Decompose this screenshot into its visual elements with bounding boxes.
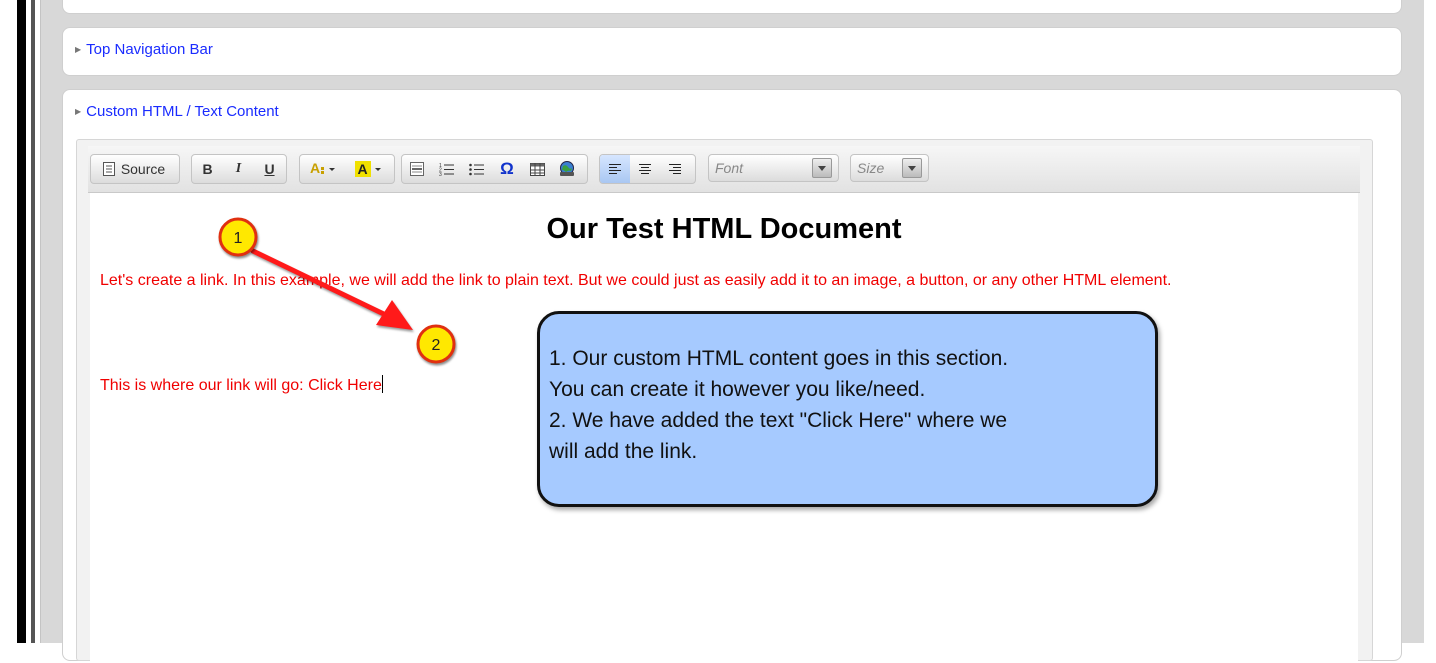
editor-toolbar: Source B I U A A 123 Ω Font Size [88,146,1360,193]
font-select[interactable]: Font [708,154,839,182]
text-color-button[interactable]: A [300,155,346,183]
font-placeholder: Font [715,160,744,176]
triangle-right-icon: ▶ [75,45,82,54]
top-navigation-bar-header[interactable]: ▶ Top Navigation Bar [75,41,213,58]
align-center-icon [638,163,652,176]
document-title: Our Test HTML Document [546,213,902,245]
bulleted-list-icon [469,162,485,176]
align-right-button[interactable] [660,155,690,183]
table-icon [529,162,545,176]
insert-group: 123 Ω [401,154,588,184]
align-center-button[interactable] [630,155,660,183]
previous-section-bottom [62,0,1402,14]
size-placeholder: Size [857,160,885,176]
text-color-icon: A [308,161,338,177]
horizontal-rule-icon [410,162,424,176]
svg-text:A: A [310,161,320,176]
background-color-button[interactable]: A [346,155,392,183]
annotation-callout: 1. Our custom HTML content goes in this … [537,311,1158,507]
numbered-list-icon: 123 [439,162,455,176]
bulleted-list-button[interactable] [462,155,492,183]
horizontal-rule-button[interactable] [402,155,432,183]
italic-button[interactable]: I [223,155,254,183]
source-doc-icon [102,162,115,176]
table-button[interactable] [522,155,552,183]
svg-text:A: A [358,161,368,177]
custom-html-label[interactable]: Custom HTML / Text Content [86,103,279,120]
document-paragraph-1: Let's create a link. In this example, we… [100,272,1172,289]
color-group: A A [299,154,395,184]
align-left-icon [608,163,622,176]
left-gray-bar [31,0,35,643]
image-icon [558,161,576,177]
format-group: B I U [191,154,287,184]
omega-icon: Ω [500,159,514,178]
source-label: Source [120,161,166,177]
numbered-list-button[interactable]: 123 [432,155,462,183]
custom-html-header[interactable]: ▶ Custom HTML / Text Content [75,103,279,120]
source-button[interactable]: Source [91,155,177,183]
triangle-right-icon: ▶ [75,107,82,116]
bold-button[interactable]: B [192,155,223,183]
size-select[interactable]: Size [850,154,929,182]
dropdown-arrow-icon[interactable] [812,158,832,178]
align-right-icon [668,163,682,176]
callout-text: 1. Our custom HTML content goes in this … [549,347,1009,463]
left-black-bar [17,0,26,643]
underline-button[interactable]: U [254,155,285,183]
align-left-button[interactable] [600,155,630,183]
align-group [599,154,696,184]
svg-text:3: 3 [439,172,442,176]
top-navigation-bar-label[interactable]: Top Navigation Bar [86,41,213,58]
image-button[interactable] [552,155,582,183]
background-color-icon: A [354,160,384,178]
special-char-button[interactable]: Ω [492,155,522,183]
top-navigation-bar-section[interactable]: ▶ Top Navigation Bar [62,27,1402,76]
document-paragraph-2: This is where our link will go: Click He… [100,375,383,395]
dropdown-arrow-icon[interactable] [902,158,922,178]
source-group: Source [90,154,180,184]
text-caret [381,375,383,393]
link-line-text: This is where our link will go: Click He… [100,377,382,394]
